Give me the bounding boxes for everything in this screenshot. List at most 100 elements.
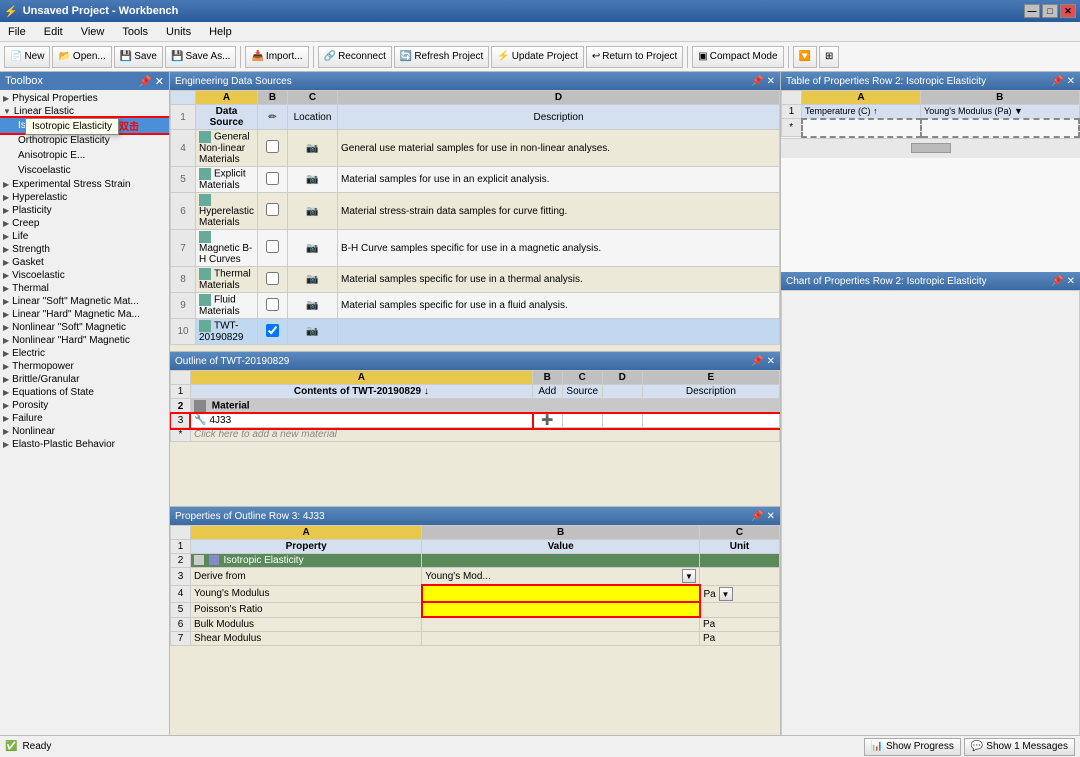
row-check[interactable]: [258, 130, 288, 167]
toolbox-group-nonlinear-header[interactable]: ▶ Nonlinear: [0, 425, 169, 438]
properties-close[interactable]: ✕: [767, 511, 775, 522]
row-check[interactable]: [258, 293, 288, 319]
refresh-project-button[interactable]: 🔄Refresh Project: [394, 46, 489, 68]
outline-material-name[interactable]: 🔧4J33: [191, 414, 533, 428]
toolbox-group-creep-header[interactable]: ▶ Creep: [0, 217, 169, 230]
row-check[interactable]: [258, 167, 288, 193]
eng-data-pin[interactable]: 📌: [751, 76, 763, 87]
toolbox-close-icon[interactable]: ✕: [155, 75, 164, 88]
show-messages-button[interactable]: 💬 Show 1 Messages: [964, 738, 1075, 756]
row-checkbox[interactable]: [266, 203, 279, 216]
table-row[interactable]: *: [782, 119, 1080, 137]
table-row[interactable]: 5 Poisson's Ratio: [171, 602, 780, 617]
right-temp-cell[interactable]: [802, 119, 921, 137]
table-row[interactable]: 4 Young's Modulus Pa ▼: [171, 585, 780, 602]
menu-edit[interactable]: Edit: [40, 24, 67, 40]
update-project-button[interactable]: ⚡Update Project: [491, 46, 584, 68]
menu-tools[interactable]: Tools: [118, 24, 152, 40]
toolbox-group-strength-header[interactable]: ▶ Strength: [0, 243, 169, 256]
row-check[interactable]: [258, 267, 288, 293]
table-row[interactable]: 10 TWT-20190829 📷: [171, 319, 780, 345]
reconnect-button[interactable]: 🔗Reconnect: [318, 46, 392, 68]
maximize-button[interactable]: □: [1042, 4, 1058, 18]
toolbox-group-thermopower-header[interactable]: ▶ Thermopower: [0, 360, 169, 373]
compact-mode-button[interactable]: ▣Compact Mode: [692, 46, 783, 68]
prop-derive-value[interactable]: Young's Mod... ▼: [422, 568, 700, 586]
youngs-modulus-input[interactable]: [426, 588, 696, 599]
minimize-button[interactable]: —: [1024, 4, 1040, 18]
row-checkbox[interactable]: [266, 172, 279, 185]
row-check[interactable]: [258, 193, 288, 230]
poisson-ratio-input[interactable]: [426, 604, 696, 615]
toolbox-pin-icon[interactable]: 📌: [138, 75, 152, 88]
row-checkbox[interactable]: [266, 240, 279, 253]
return-to-project-button[interactable]: ↩Return to Project: [586, 46, 683, 68]
right-scrollbar[interactable]: [911, 143, 951, 153]
menu-help[interactable]: Help: [205, 24, 236, 40]
import-button[interactable]: 📥Import...: [245, 46, 308, 68]
filter-button[interactable]: 🔽: [793, 46, 817, 68]
table-row[interactable]: 6 Hyperelastic Materials 📷 Material stre…: [171, 193, 780, 230]
right-scroll-track[interactable]: [781, 138, 1080, 158]
prop-youngs-value[interactable]: [422, 585, 700, 602]
eng-data-scroll[interactable]: A B C D 1 Data Source ✏ Location Descrip…: [170, 90, 780, 351]
toolbox-group-exp-stress-header[interactable]: ▶ Experimental Stress Strain: [0, 178, 169, 191]
eng-data-close[interactable]: ✕: [767, 76, 775, 87]
table-row[interactable]: 9 Fluid Materials 📷 Material samples spe…: [171, 293, 780, 319]
toolbox-group-porosity-header[interactable]: ▶ Porosity: [0, 399, 169, 412]
toolbox-group-lin-soft-mag-header[interactable]: ▶ Linear "Soft" Magnetic Mat...: [0, 295, 169, 308]
table-row[interactable]: * Click here to add a new material: [171, 428, 780, 442]
table-row[interactable]: 3 Derive from Young's Mod... ▼: [171, 568, 780, 586]
save-button[interactable]: 💾Save: [114, 46, 163, 68]
table-row[interactable]: 7 Magnetic B-H Curves 📷 B-H Curve sample…: [171, 230, 780, 267]
menu-units[interactable]: Units: [162, 24, 195, 40]
grid-button[interactable]: ⊞: [819, 46, 839, 68]
properties-scroll[interactable]: A B C 1 Property Value Unit: [170, 525, 780, 757]
row-check[interactable]: [258, 230, 288, 267]
toolbox-group-nonlin-soft-mag-header[interactable]: ▶ Nonlinear "Soft" Magnetic: [0, 321, 169, 334]
table-row[interactable]: 5 Explicit Materials 📷 Material samples …: [171, 167, 780, 193]
toolbox-group-hyperelastic-header[interactable]: ▶ Hyperelastic: [0, 191, 169, 204]
toolbox-group-lin-hard-mag-header[interactable]: ▶ Linear "Hard" Magnetic Ma...: [0, 308, 169, 321]
toolbox-group-nonlin-hard-mag-header[interactable]: ▶ Nonlinear "Hard" Magnetic: [0, 334, 169, 347]
row-check[interactable]: [258, 319, 288, 345]
outline-close[interactable]: ✕: [767, 356, 775, 367]
toolbox-group-gasket-header[interactable]: ▶ Gasket: [0, 256, 169, 269]
table-row[interactable]: 8 Thermal Materials 📷 Material samples s…: [171, 267, 780, 293]
toolbox-group-life-header[interactable]: ▶ Life: [0, 230, 169, 243]
row-checkbox-checked[interactable]: [266, 324, 279, 337]
toolbox-group-linear-elastic-header[interactable]: ▼ Linear Elastic: [0, 105, 169, 118]
toolbox-group-electric-header[interactable]: ▶ Electric: [0, 347, 169, 360]
row-checkbox[interactable]: [266, 140, 279, 153]
derive-dropdown[interactable]: ▼: [682, 569, 696, 583]
outline-add-hint[interactable]: Click here to add a new material: [191, 428, 780, 442]
toolbox-group-failure-header[interactable]: ▶ Failure: [0, 412, 169, 425]
right-table-close[interactable]: ✕: [1067, 76, 1075, 87]
right-youngs-cell[interactable]: [921, 119, 1079, 137]
toolbox-group-viscoelastic2-header[interactable]: ▶ Viscoelastic: [0, 269, 169, 282]
close-button[interactable]: ✕: [1060, 4, 1076, 18]
row-checkbox[interactable]: [266, 272, 279, 285]
new-button[interactable]: 📄New: [4, 46, 50, 68]
table-row[interactable]: 3 🔧4J33 ➕: [171, 414, 780, 428]
show-progress-button[interactable]: 📊 Show Progress: [864, 738, 961, 756]
row-checkbox[interactable]: [266, 298, 279, 311]
menu-file[interactable]: File: [4, 24, 30, 40]
right-chart-close[interactable]: ✕: [1067, 276, 1075, 287]
right-table-pin[interactable]: 📌: [1051, 76, 1063, 87]
table-row[interactable]: 4 General Non-linear Materials 📷 General…: [171, 130, 780, 167]
toolbox-group-brittle-header[interactable]: ▶ Brittle/Granular: [0, 373, 169, 386]
toolbox-item-viscoelastic[interactable]: Viscoelastic: [0, 163, 169, 178]
toolbox-item-orthotropic[interactable]: Orthotropic Elasticity: [0, 133, 169, 148]
toolbox-group-plasticity-header[interactable]: ▶ Plasticity: [0, 204, 169, 217]
outline-scroll[interactable]: A B C D E 1 Contents of TWT-20190829 ↓ A…: [170, 370, 780, 506]
toolbox-group-thermal-header[interactable]: ▶ Thermal: [0, 282, 169, 295]
toolbox-group-elasto-header[interactable]: ▶ Elasto-Plastic Behavior: [0, 438, 169, 451]
toolbox-item-anisotropic[interactable]: Anisotropic E...: [0, 148, 169, 163]
toolbox-group-equations-header[interactable]: ▶ Equations of State: [0, 386, 169, 399]
properties-pin[interactable]: 📌: [751, 511, 763, 522]
prop-poisson-value[interactable]: [422, 602, 700, 617]
youngs-unit-dropdown[interactable]: ▼: [719, 587, 733, 601]
right-chart-pin[interactable]: 📌: [1051, 276, 1063, 287]
menu-view[interactable]: View: [77, 24, 109, 40]
